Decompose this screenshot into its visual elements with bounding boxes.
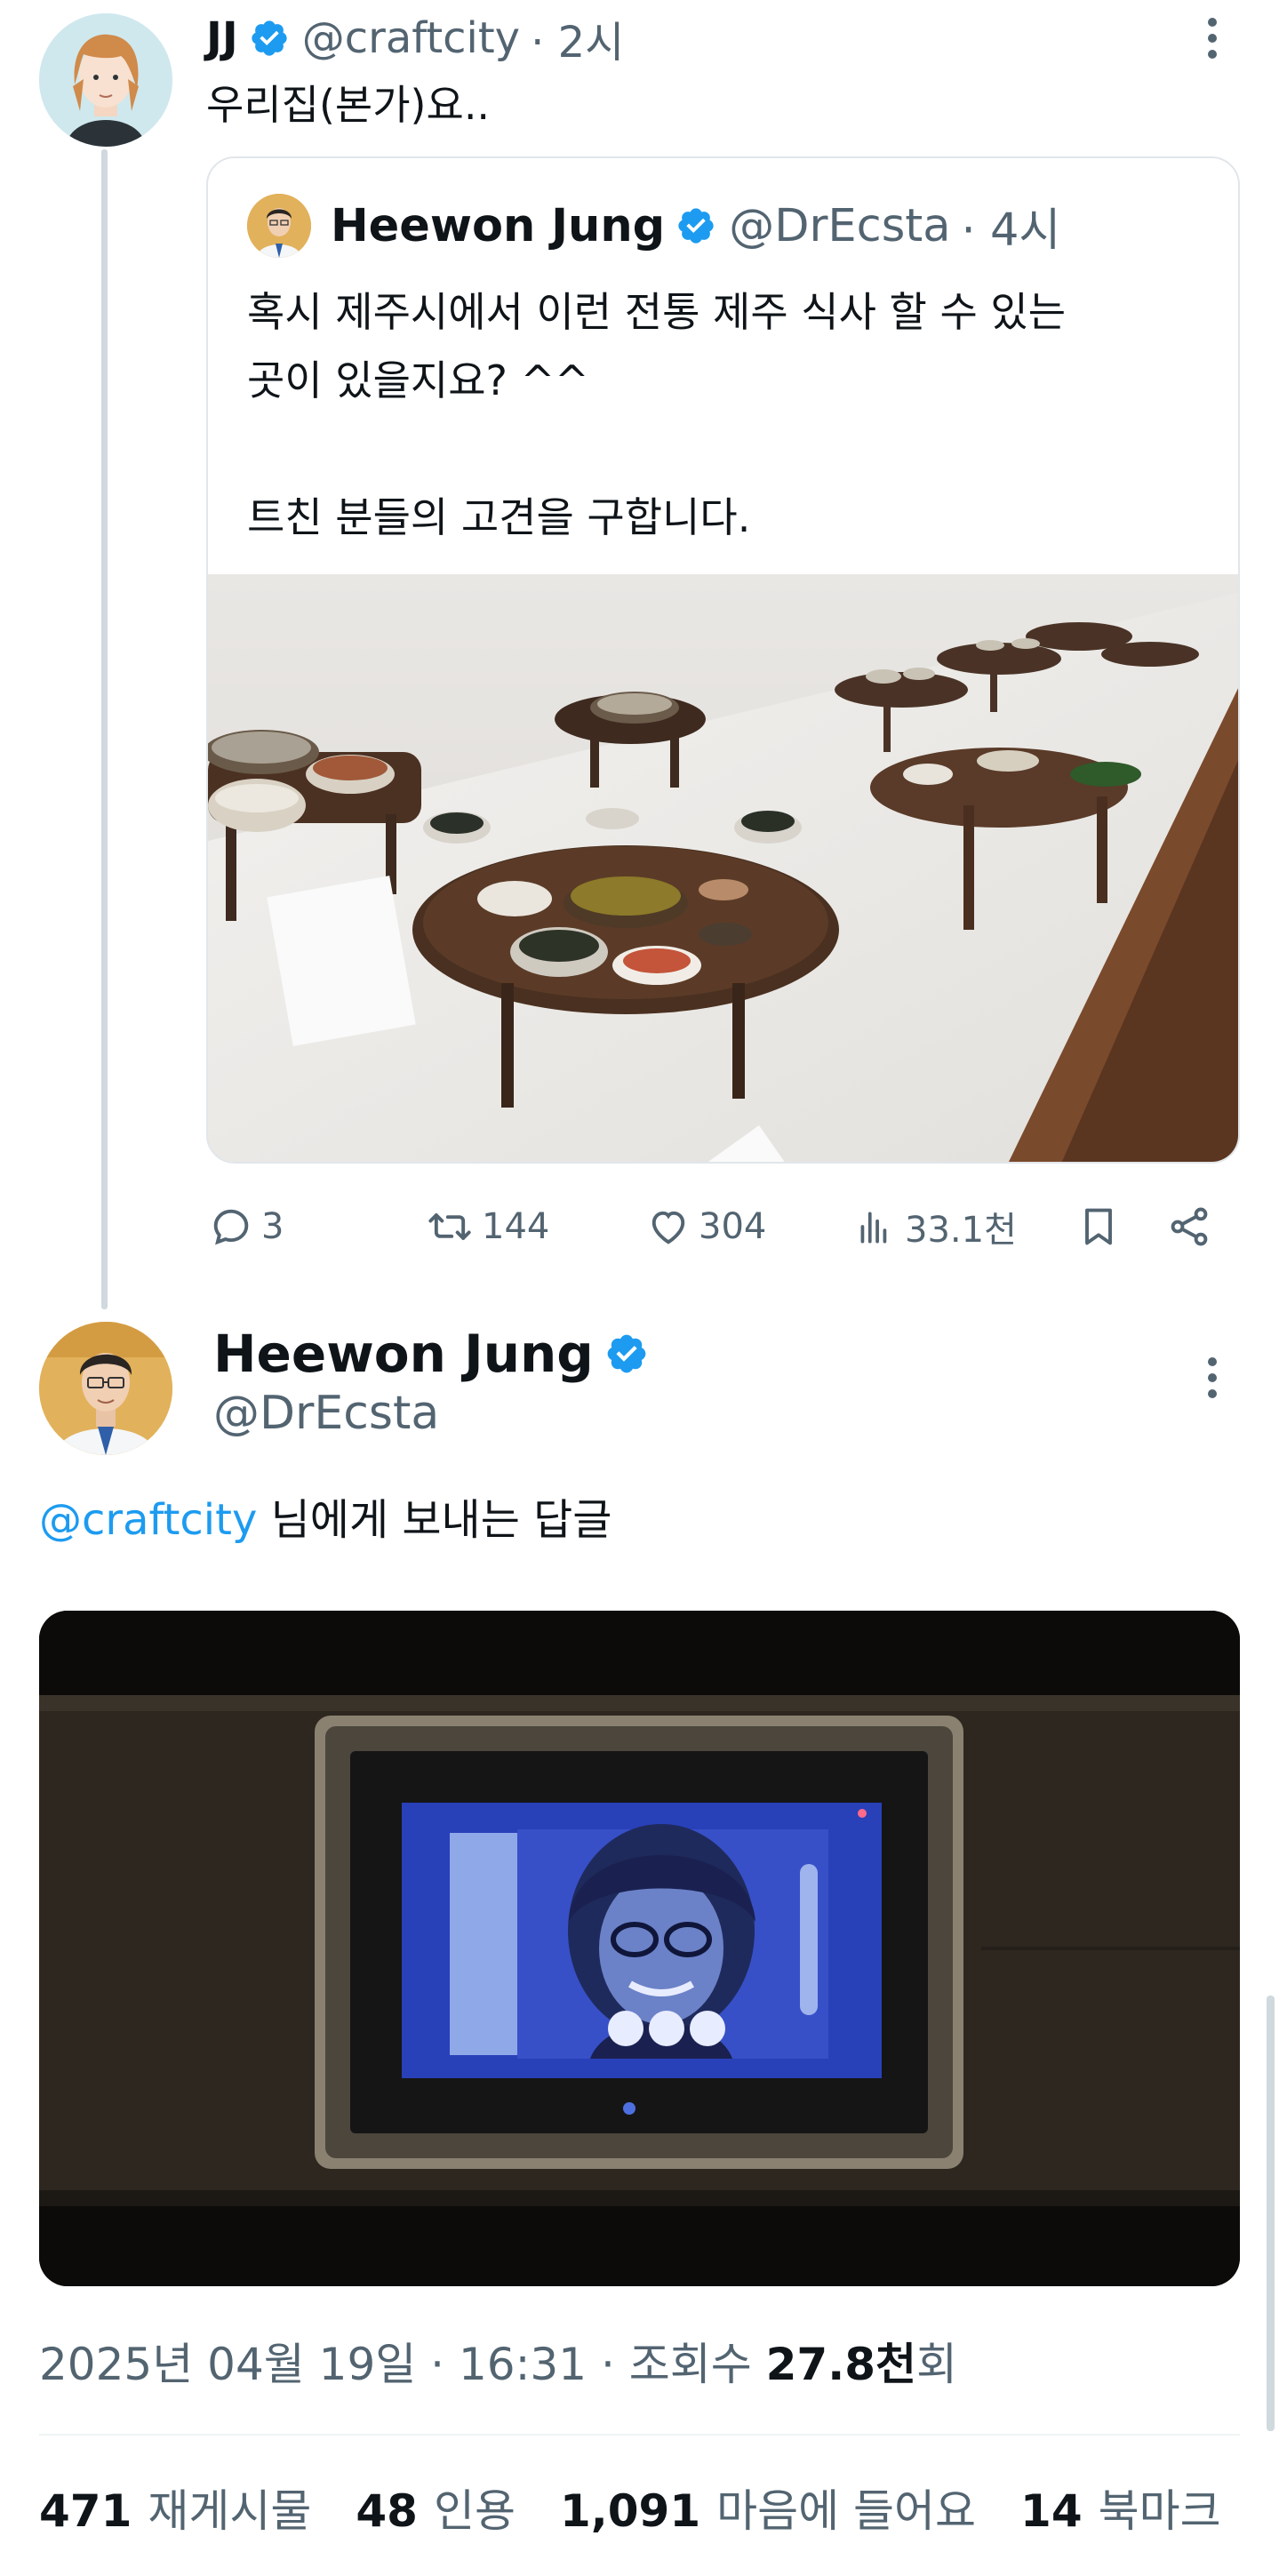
reply-icon xyxy=(213,1209,249,1245)
avatar-heewon[interactable] xyxy=(39,1322,172,1455)
share-icon xyxy=(1171,1207,1208,1246)
more-options-icon[interactable] xyxy=(1203,1347,1221,1409)
retweet-count: 144 xyxy=(482,1206,550,1247)
quoted-text-line: 혹시 제주시에서 이런 전통 제주 식사 할 수 있는 xyxy=(247,288,1067,336)
heart-icon xyxy=(651,1211,685,1244)
divider xyxy=(39,2434,1240,2436)
like-count: 304 xyxy=(699,1206,767,1247)
share-button[interactable] xyxy=(1164,1191,1221,1262)
reply-author-handle[interactable]: @DrEcsta xyxy=(213,1382,439,1444)
tweet-text: 우리집(본가)요.. xyxy=(206,81,491,129)
likes-stat-label: 마음에 들어요 xyxy=(716,2485,977,2537)
likes-stat[interactable]: 1,091 마음에 들어요 xyxy=(560,2473,976,2549)
author-handle[interactable]: @craftcity xyxy=(302,13,520,63)
quoted-tweet-text: 혹시 제주시에서 이런 전통 제주 식사 할 수 있는 곳이 있을지요? ^^ … xyxy=(247,278,1216,552)
quoted-author-name[interactable]: Heewon Jung xyxy=(331,200,665,252)
quoted-text-line xyxy=(247,415,1216,484)
quoted-tweet-time[interactable]: · 4시 xyxy=(962,193,1061,259)
verified-badge-icon xyxy=(678,208,714,244)
verified-badge-icon xyxy=(252,20,287,56)
views-count: 33.1천 xyxy=(905,1210,1017,1251)
reply-button[interactable]: 3 xyxy=(208,1191,284,1262)
quoted-tweet-header: Heewon Jung @DrEcsta · 4시 xyxy=(247,194,1060,258)
avatar-jj[interactable] xyxy=(39,13,172,147)
reply-author-row: Heewon Jung xyxy=(213,1318,661,1389)
quoted-text-line: 곳이 있을지요? ^^ xyxy=(247,356,589,404)
thread-connector-line xyxy=(101,149,108,1309)
bookmark-icon xyxy=(1085,1208,1112,1245)
reply-count: 3 xyxy=(261,1206,284,1247)
retweets-stat[interactable]: 471 재게시물 xyxy=(39,2473,311,2549)
quoted-text-line: 트친 분들의 고견을 구합니다. xyxy=(247,493,751,541)
quotes-stat-count: 48 xyxy=(356,2485,418,2537)
bookmarks-stat[interactable]: 14 북마크 xyxy=(1020,2473,1221,2549)
bookmarks-stat-count: 14 xyxy=(1020,2485,1083,2537)
author-name[interactable]: JJ xyxy=(206,13,238,63)
reply-author-name[interactable]: Heewon Jung xyxy=(213,1324,594,1384)
retweet-button[interactable]: 144 xyxy=(425,1191,549,1262)
analytics-icon xyxy=(860,1212,887,1244)
tweet-header: JJ @craftcity · 2시 xyxy=(206,7,624,69)
reply-photo[interactable] xyxy=(39,1611,1240,2286)
scrollbar[interactable] xyxy=(1267,1996,1275,2431)
like-button[interactable]: 304 xyxy=(645,1191,766,1262)
avatar-heewon-small xyxy=(247,194,311,258)
bookmark-button[interactable] xyxy=(1075,1191,1129,1262)
view-count: 27.8천 xyxy=(765,2339,917,2390)
quoted-tweet-photo[interactable] xyxy=(208,574,1238,1162)
mention-link[interactable]: @craftcity xyxy=(39,1495,257,1545)
quoted-author-handle[interactable]: @DrEcsta xyxy=(729,200,950,252)
retweets-stat-label: 재게시물 xyxy=(148,2485,312,2537)
tweet-action-bar: 3 144 304 33.1천 xyxy=(206,1191,1240,1262)
replying-to-text: 님에게 보내는 답글 xyxy=(257,1495,612,1545)
quotes-stat-label: 인용 xyxy=(433,2485,516,2537)
retweet-icon xyxy=(428,1213,471,1240)
engagement-stats: 471 재게시물 48 인용 1,091 마음에 들어요 14 북마크 xyxy=(39,2473,1266,2549)
retweets-stat-count: 471 xyxy=(39,2485,132,2537)
more-options-icon[interactable] xyxy=(1203,7,1221,69)
views-button[interactable]: 33.1천 xyxy=(853,1191,1017,1262)
quotes-stat[interactable]: 48 인용 xyxy=(356,2473,516,2549)
timestamp-text: 2025년 04월 19일 · 16:31 · 조회수 xyxy=(39,2339,766,2390)
replying-to-line: @craftcity 님에게 보내는 답글 xyxy=(39,1486,612,1554)
likes-stat-count: 1,091 xyxy=(559,2485,701,2537)
quoted-tweet-card[interactable]: Heewon Jung @DrEcsta · 4시 혹시 제주시에서 이런 전통… xyxy=(206,156,1240,1164)
bookmarks-stat-label: 북마크 xyxy=(1098,2485,1221,2537)
tweet-timestamp[interactable]: 2025년 04월 19일 · 16:31 · 조회수 27.8천회 xyxy=(39,2329,957,2400)
verified-badge-icon xyxy=(607,1334,646,1373)
view-count-suffix: 회 xyxy=(916,2339,958,2390)
tweet-time[interactable]: · 2시 xyxy=(531,7,624,69)
